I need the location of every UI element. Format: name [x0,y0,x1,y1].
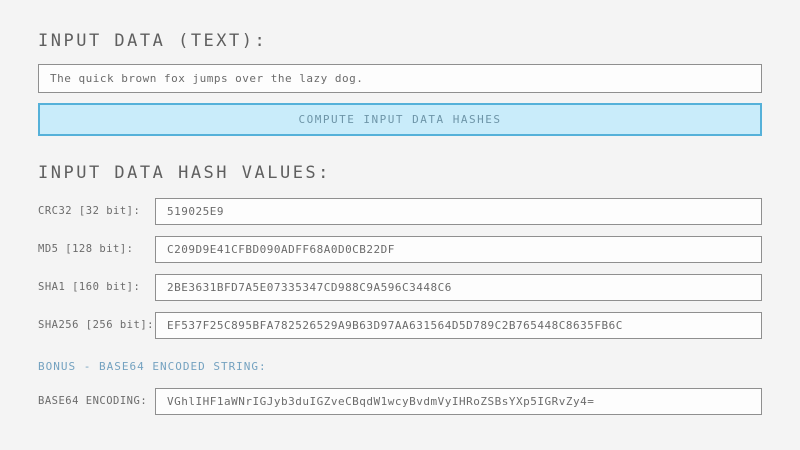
sha256-label: SHA256 [256 bit]: [38,312,154,339]
hash-row-base64: BASE64 ENCODING: [0,388,800,415]
bonus-base64-title: BONUS - BASE64 ENCODED STRING: [38,360,267,373]
hash-row-sha1: SHA1 [160 bit]: [0,274,800,301]
crc32-label: CRC32 [32 bit]: [38,198,140,225]
hash-row-sha256: SHA256 [256 bit]: [0,312,800,339]
input-data-field[interactable] [38,64,762,93]
hash-row-crc32: CRC32 [32 bit]: [0,198,800,225]
sha1-label: SHA1 [160 bit]: [38,274,140,301]
crc32-value-field[interactable] [155,198,762,225]
hash-row-md5: MD5 [128 bit]: [0,236,800,263]
sha1-value-field[interactable] [155,274,762,301]
md5-value-field[interactable] [155,236,762,263]
base64-label: BASE64 ENCODING: [38,388,147,415]
md5-label: MD5 [128 bit]: [38,236,134,263]
compute-hashes-button[interactable]: COMPUTE INPUT DATA HASHES [38,103,762,136]
base64-value-field[interactable] [155,388,762,415]
input-data-title: INPUT DATA (TEXT): [38,31,267,51]
hash-values-title: INPUT DATA HASH VALUES: [38,163,331,183]
sha256-value-field[interactable] [155,312,762,339]
